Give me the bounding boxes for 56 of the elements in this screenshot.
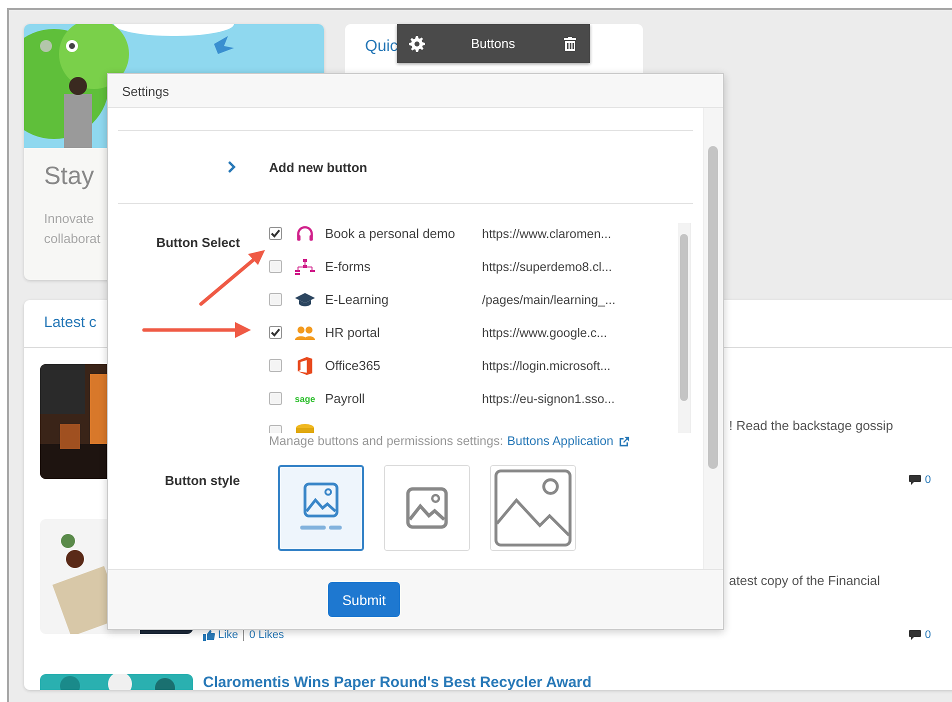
button-url: /pages/main/learning_... — [482, 292, 616, 306]
button-url: https://eu-signon1.sso... — [482, 392, 615, 406]
button-url: https://superdemo8.cl... — [482, 260, 612, 274]
checkbox[interactable] — [269, 260, 282, 273]
office-logo-icon — [295, 356, 315, 374]
button-url: https://www.google.c... — [482, 326, 608, 340]
graduation-cap-icon — [295, 290, 315, 308]
comment-icon[interactable] — [908, 474, 921, 486]
checkbox[interactable] — [269, 392, 282, 405]
external-link-icon[interactable] — [618, 436, 630, 446]
style-option[interactable] — [278, 465, 364, 551]
arrow — [199, 250, 265, 306]
buttons-application-link[interactable]: Buttons Application — [507, 434, 614, 448]
checkbox[interactable] — [269, 293, 282, 306]
section-label: Button Select — [156, 235, 240, 250]
scrollbar-thumb[interactable] — [708, 146, 718, 469]
post-title-link[interactable]: Claromentis Wins Paper Round's Best Recycler Award — [203, 674, 592, 690]
toolbar-title: Buttons — [471, 36, 516, 51]
button-name: Book a personal demo — [325, 226, 456, 241]
headset-icon — [295, 224, 315, 242]
org-chart-icon — [295, 258, 315, 276]
comment-icon[interactable] — [908, 630, 921, 640]
button-name: E-Learning — [325, 292, 390, 307]
post-excerpt: ! Read the backstage gossip — [729, 418, 894, 433]
manage-text: Manage buttons and permissions settings: — [269, 434, 504, 448]
image-icon — [406, 487, 448, 529]
button-name: Payroll — [325, 391, 366, 406]
checkbox[interactable] — [269, 359, 282, 372]
section-label: Button style — [164, 473, 240, 488]
card-title: Latest c — [44, 314, 97, 331]
scrollbar-thumb[interactable] — [680, 234, 688, 401]
button-name: E-forms — [325, 259, 372, 274]
settings-icon[interactable] — [409, 36, 425, 52]
thumbs-up-icon[interactable] — [203, 630, 215, 640]
checkbox[interactable] — [269, 227, 282, 240]
button-url: https://www.claromen... — [482, 226, 612, 240]
likes-count: 0 Likes — [248, 629, 284, 641]
button-url: https://login.microsoft... — [482, 358, 611, 372]
image-icon — [494, 469, 572, 547]
comment-count: 0 — [924, 474, 931, 486]
checkbox[interactable] — [269, 326, 282, 339]
submit-button[interactable]: Submit — [328, 582, 400, 617]
button-name: HR portal — [325, 325, 381, 340]
dialog-title: Settings — [122, 84, 169, 99]
chevron-right-icon[interactable] — [228, 161, 236, 173]
people-icon — [295, 324, 315, 342]
comment-count: 0 — [924, 629, 931, 641]
button-name: Office365 — [325, 358, 382, 373]
add-button-link[interactable]: Add new button — [269, 160, 368, 174]
hero-text: Innovate — [44, 210, 94, 228]
hero-text: collaborat — [44, 230, 100, 248]
hero-title: Stay — [44, 162, 94, 191]
delete-icon[interactable] — [564, 36, 576, 50]
post-excerpt: atest copy of the Financial — [729, 573, 880, 588]
card-title: Quic — [365, 38, 398, 55]
sage-logo: sage — [294, 394, 316, 404]
